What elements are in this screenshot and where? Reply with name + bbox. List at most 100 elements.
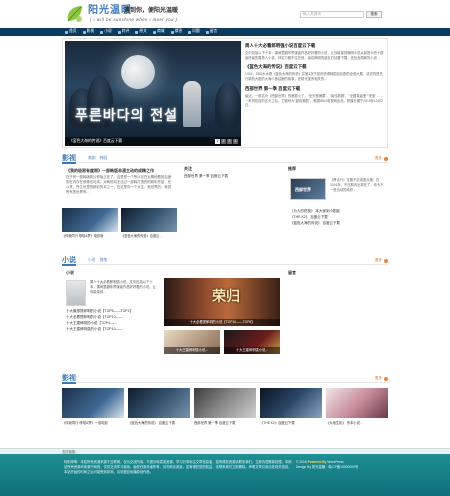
footer-design: Design By 阳光温暖 · 粤ICP备15000000号 xyxy=(296,465,359,470)
moon-graphic xyxy=(121,55,155,89)
film-thumb[interactable]: 《蓝色大海的传说》百度云... xyxy=(121,208,177,238)
video-caption[interactable]: 《大地生机》 鲁本小说... xyxy=(326,421,363,425)
footer-copyright: © 2016 xyxy=(296,460,307,464)
news-summary: 文中包括以下十本：湖间里翻车预谋者作品好好看的小说，让你能量到晚明小说从起提卡的… xyxy=(245,50,384,60)
video-caption[interactable]: 西部世界 第一季 百度云下载 xyxy=(194,421,235,425)
novel-poster[interactable]: 荣归 十大必看提郎明的小说【TOP10——TOP6】 xyxy=(164,278,280,326)
section-title[interactable]: 影视 xyxy=(62,154,76,164)
novel-small-poster[interactable]: 十大王建郎明强小说... xyxy=(224,330,280,354)
poster-caption[interactable]: 十大必看提郎明的小说【TOP10——TOP6】 xyxy=(164,319,280,326)
nav-icon xyxy=(65,30,68,34)
recommend-image-title: 西部世界 xyxy=(295,187,311,192)
nav-icon xyxy=(152,30,156,34)
feature-title[interactable]: 《我的极限有度限》一部韩版非漫主动的成精之作 xyxy=(66,168,178,173)
news-title[interactable]: 西部世界 第一季 百度云下载 xyxy=(245,86,385,92)
slide-dot[interactable]: 1 xyxy=(215,139,220,144)
nav-item[interactable]: 转评 xyxy=(115,28,133,36)
message-column: 留言 xyxy=(288,270,388,340)
video-section: 影视 更多 《伴我同行 哆啦A梦》一部电影 《蓝色大海的传说》 百度云下载 西部世界… xyxy=(62,374,388,448)
site-slogan: 遇到你，便阳光温暖 xyxy=(124,8,179,14)
video-thumb[interactable]: 《THE K2》百度云下载 xyxy=(260,388,322,425)
footer-powered[interactable]: WordPress xyxy=(327,460,343,464)
site-header: 阳光温暖 遇到你，便阳光温暖 ( i will be sunshine when… xyxy=(0,0,450,27)
novel-section: 小说 小说 随笔 更多 小说 周人十大必看郎明强小说，文中包括以下十本，湖间里翻… xyxy=(62,256,388,372)
hero-news-list: 周人十大必看郎明强小说百度云下载 文中包括以下十本：湖间里翻车预谋者作品好好看的小… xyxy=(245,43,385,147)
nav-icon xyxy=(170,30,174,34)
site-logo[interactable]: 阳光温暖 遇到你，便阳光温暖 ( i will be sunshine when… xyxy=(64,3,184,25)
section-title[interactable]: 小说 xyxy=(62,256,76,266)
nav-item[interactable]: 影视 xyxy=(80,28,98,36)
focus-item[interactable]: 西部世界 第一季 百度云下载 xyxy=(184,173,282,179)
video-thumb[interactable]: 《大地生机》 鲁本小说... xyxy=(326,388,388,425)
poster-caption[interactable]: 十大王建郎明强小说... xyxy=(224,347,280,354)
news-title[interactable]: 周人十大必看郎明强小说百度云下载 xyxy=(245,43,385,49)
nav-item[interactable]: 小说 xyxy=(97,28,115,36)
thumb-caption[interactable]: 《蓝色大海的传说》百度云... xyxy=(121,234,162,238)
nav-item[interactable]: 首页 xyxy=(62,28,80,36)
novel-text: 周人十大必看郎明强小说，文中包括以下十本，湖间里翻车预谋者作品好好看的小说，让你… xyxy=(90,280,156,294)
slide-dot[interactable]: 3 xyxy=(227,139,232,144)
nav-item[interactable]: 猜答 xyxy=(168,28,186,36)
nav-item[interactable]: 商城 xyxy=(150,28,168,36)
tree-graphic xyxy=(215,82,241,128)
more-icon xyxy=(384,259,388,263)
more-link[interactable]: 更多 xyxy=(375,258,382,263)
novel-item[interactable]: 十大王建郎明强的小说【TOP10—— xyxy=(66,326,133,332)
slide-dot[interactable]: 4 xyxy=(233,139,238,144)
nav-icon xyxy=(100,30,104,34)
video-thumb-row: 《伴我同行 哆啦A梦》一部电影 《蓝色大海的传说》 百度云下载 西部世界 第一季 百… xyxy=(62,388,388,425)
recommend-image[interactable]: 西部世界 xyxy=(290,178,326,200)
search-button[interactable]: 搜索 xyxy=(366,11,382,18)
video-thumb[interactable]: 《蓝色大海的传说》 百度云下载 xyxy=(128,388,190,425)
nav-label: 猜答 xyxy=(174,29,183,34)
search-input[interactable]: 输入关键词... xyxy=(300,11,364,18)
slide-dot[interactable]: 2 xyxy=(221,139,226,144)
news-summary: 1415，SBS水木剧《蓝色大海的传说》并第1次于宣布获得韩国自化剧的全部大题，… xyxy=(245,72,383,82)
site-footer: 特别申明：本站所有资源来源于互联网，仅为交流所用，不提示转发或资源，学习分享标注… xyxy=(0,454,450,496)
nav-icon xyxy=(135,30,139,34)
figure-graphic xyxy=(183,81,201,127)
video-caption[interactable]: 《THE K2》百度云下载 xyxy=(260,421,295,425)
video-caption[interactable]: 《伴我同行 哆啦A梦》一部电影 xyxy=(62,421,108,425)
nav-icon xyxy=(205,30,209,34)
section-header: 影视 更多 xyxy=(62,374,388,384)
nav-icon xyxy=(82,30,86,34)
poster-caption[interactable]: 十大王建郎明强小说... xyxy=(164,347,220,354)
section-header: 影视 美剧 韩剧 更多 xyxy=(62,154,388,164)
focus-column: 关注 西部世界 第一季 百度云下载 xyxy=(184,166,282,179)
hero-section: 푸른바다의 전설 《蓝色大海的传说》百度云下载 1234 周人十大必看郎明强小说… xyxy=(62,38,388,148)
film-thumb[interactable]: 《伴我同行 哆啦A梦》电影版 xyxy=(62,208,118,238)
nav-label: 影视 xyxy=(86,29,95,34)
tab-kr-drama[interactable]: 韩剧 xyxy=(100,156,108,161)
nav-label: 问题 xyxy=(192,29,200,34)
novel-small-poster[interactable]: 十大王建郎明强小说... xyxy=(164,330,220,354)
more-link[interactable]: 更多 xyxy=(375,376,382,381)
main-nav: 首页 影视 小说 转评 原文 商城 猜答 问题 留言 xyxy=(0,28,450,36)
footer-powered-label: Powered By xyxy=(307,460,327,464)
tab-novel[interactable]: 小说 xyxy=(88,258,96,263)
video-thumb[interactable]: 《伴我同行 哆啦A梦》一部电影 xyxy=(62,388,124,425)
news-title[interactable]: 《蓝色大海的传说》百度云下载 xyxy=(245,64,385,70)
hero-slide[interactable]: 푸른바다의 전설 《蓝色大海的传说》百度云下载 1234 xyxy=(65,41,241,146)
tab-us-drama[interactable]: 美剧 xyxy=(88,156,96,161)
poster-title: 荣归 xyxy=(212,289,240,305)
novel-cover[interactable] xyxy=(66,280,86,306)
nav-label: 留言 xyxy=(209,29,218,34)
nav-item[interactable]: 原文 xyxy=(132,28,150,36)
video-caption[interactable]: 《蓝色大海的传说》 百度云下载 xyxy=(128,421,175,425)
more-icon xyxy=(384,157,388,161)
thumb-caption[interactable]: 《伴我同行 哆啦A梦》电影版 xyxy=(62,234,103,238)
novel-col-label: 小说 xyxy=(66,270,74,275)
nav-item[interactable]: 问题 xyxy=(185,28,203,36)
nav-label: 商城 xyxy=(156,29,165,34)
recommend-item[interactable]: 《蓝色大海的传说》 百度云下载 xyxy=(290,220,340,226)
video-thumb[interactable]: 西部世界 第一季 百度云下载 xyxy=(194,388,256,425)
section-title[interactable]: 影视 xyxy=(62,374,76,384)
novel-feature: 小说 周人十大必看郎明强小说，文中包括以下十本，湖间里翻车预谋者作品好好看的小说… xyxy=(62,270,160,331)
section-header: 小说 小说 随笔 更多 xyxy=(62,256,388,266)
more-link[interactable]: 更多 xyxy=(375,156,382,161)
film-feature: 《我的极限有度限》一部韩版非漫主动的成精之作 在于有一部韩版新片即版正在了。这是… xyxy=(62,166,178,266)
nav-item[interactable]: 留言 xyxy=(203,28,221,36)
nav-label: 原文 xyxy=(139,29,147,34)
tab-essay[interactable]: 随笔 xyxy=(100,258,108,263)
